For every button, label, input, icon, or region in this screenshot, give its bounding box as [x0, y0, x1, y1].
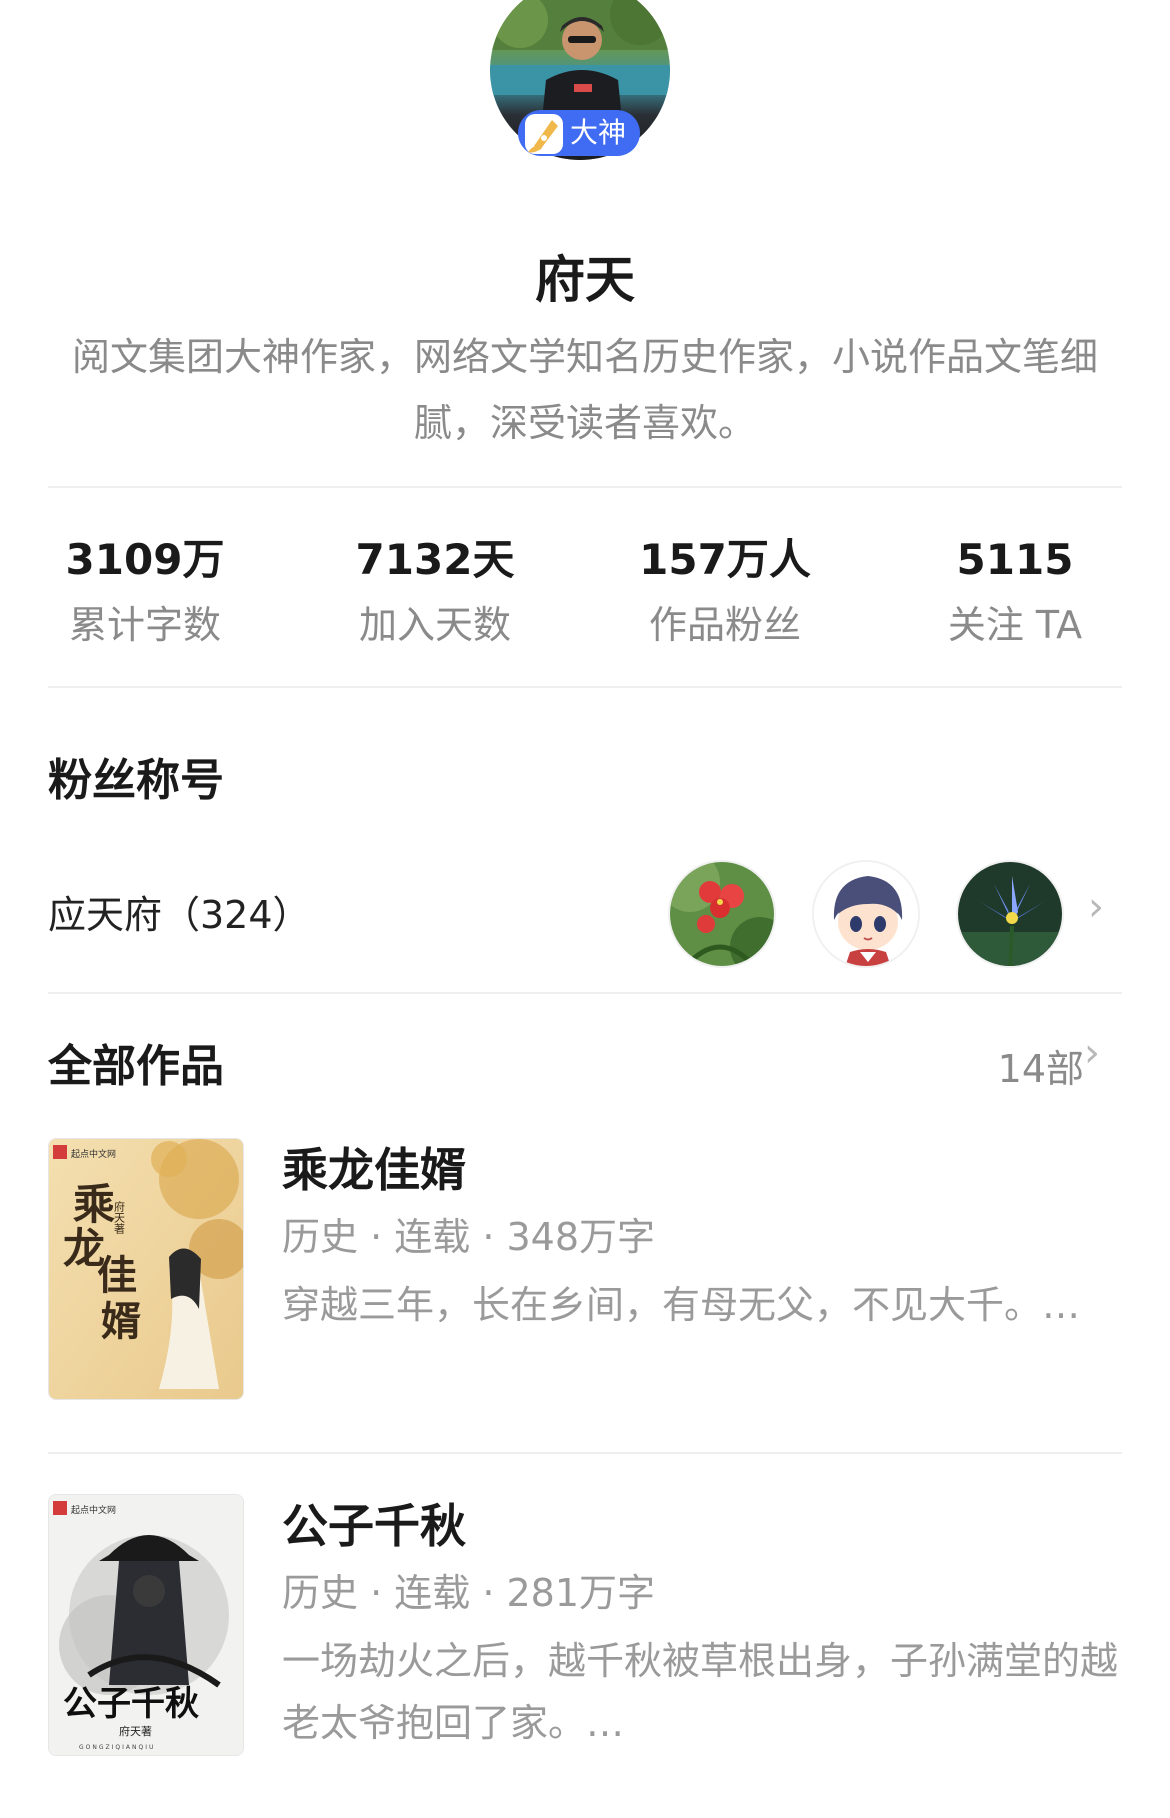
- divider: [48, 992, 1122, 994]
- svg-text:婿: 婿: [101, 1298, 141, 1345]
- book-item[interactable]: 起点中文网 乘 龙 佳 婿 府天著 乘龙佳婿 历史 · 连载 · 348万字 穿…: [48, 1138, 1122, 1408]
- stat-value: 7132天: [355, 535, 515, 584]
- cover-title: 公子千秋: [63, 1684, 199, 1724]
- stat-following[interactable]: 5115 关注 TA: [870, 530, 1160, 660]
- svg-text:乘: 乘: [73, 1180, 115, 1229]
- book-cover[interactable]: 起点中文网 公子千秋 府天著 GONGZIQIANQIU: [48, 1494, 244, 1756]
- cover-publisher: 起点中文网: [71, 1148, 116, 1160]
- stat-label: 关注 TA: [947, 603, 1083, 647]
- cover-author: 府天著: [119, 1724, 152, 1738]
- cover-pinyin: GONGZIQIANQIU: [79, 1744, 155, 1751]
- stat-value: 3109万: [65, 535, 225, 584]
- cover-publisher: 起点中文网: [71, 1504, 116, 1516]
- chevron-right-icon[interactable]: ›: [1084, 1030, 1100, 1076]
- author-level-badge: 大神: [518, 110, 641, 156]
- book-item[interactable]: 起点中文网 公子千秋 府天著 GONGZIQIANQIU 公子千秋 历史 · 连…: [48, 1494, 1122, 1764]
- cover-author: 府天著: [113, 1200, 126, 1235]
- book-meta: 历史 · 连载 · 281万字: [282, 1571, 656, 1615]
- works-count-link[interactable]: 14部: [998, 1038, 1084, 1093]
- fan-title-name: 应天府（324）: [48, 893, 311, 937]
- book-cover[interactable]: 起点中文网 乘 龙 佳 婿 府天著: [48, 1138, 244, 1400]
- author-name: 府天: [535, 251, 635, 309]
- badge-label: 大神: [570, 116, 627, 149]
- anime-avatar-image: [814, 862, 918, 966]
- book-description: 穿越三年，长在乡间，有母无父，不见大千。…: [282, 1283, 1081, 1327]
- fan-title-row[interactable]: 应天府（324） ›: [48, 860, 1122, 970]
- stat-days-joined: 7132天 加入天数: [290, 530, 580, 660]
- book-title[interactable]: 公子千秋: [282, 1494, 1122, 1558]
- author-avatar-container[interactable]: 大神: [490, 0, 670, 160]
- divider: [48, 486, 1122, 488]
- author-profile-page: 大神 府天 阅文集团大神作家，网络文学知名历史作家，小说作品文笔细腻，深受读者喜…: [0, 0, 1170, 1818]
- stat-value: 5115: [956, 535, 1074, 584]
- stat-label: 加入天数: [358, 603, 511, 647]
- divider: [48, 686, 1122, 688]
- flower-avatar-image: [670, 862, 774, 966]
- book-info: 公子千秋 历史 · 连载 · 281万字 一场劫火之后，越千秋被草根出身，子孙满…: [282, 1494, 1122, 1754]
- book-description: 一场劫火之后，越千秋被草根出身，子孙满堂的越老太爷抱回了家。…: [282, 1639, 1119, 1745]
- fan-avatar-water-lily[interactable]: [956, 860, 1064, 968]
- chevron-right-icon: ›: [1088, 884, 1104, 930]
- stats-row: 3109万 累计字数 7132天 加入天数 157万人 作品粉丝 5115 关注…: [0, 530, 1170, 670]
- water-lily-avatar-image: [958, 862, 1062, 966]
- fan-avatar-anime[interactable]: [812, 860, 920, 968]
- works-section-heading: 全部作品: [48, 1041, 224, 1092]
- stat-value: 157万人: [639, 535, 811, 584]
- stat-fans[interactable]: 157万人 作品粉丝: [580, 530, 870, 660]
- stat-label: 累计字数: [68, 603, 221, 647]
- pen-nib-icon: [525, 114, 563, 154]
- book-cover-image: 起点中文网 公子千秋 府天著 GONGZIQIANQIU: [49, 1495, 243, 1755]
- book-title[interactable]: 乘龙佳婿: [282, 1138, 1122, 1202]
- svg-text:佳: 佳: [97, 1252, 137, 1299]
- stat-word-count: 3109万 累计字数: [0, 530, 290, 660]
- author-bio: 阅文集团大神作家，网络文学知名历史作家，小说作品文笔细腻，深受读者喜欢。: [71, 335, 1098, 445]
- fan-title-section-heading: 粉丝称号: [48, 755, 224, 806]
- book-meta: 历史 · 连载 · 348万字: [282, 1215, 656, 1259]
- stat-label: 作品粉丝: [648, 603, 801, 647]
- book-info: 乘龙佳婿 历史 · 连载 · 348万字 穿越三年，长在乡间，有母无父，不见大千…: [282, 1138, 1122, 1336]
- fan-avatar-flower[interactable]: [668, 860, 776, 968]
- book-cover-image: 起点中文网 乘 龙 佳 婿 府天著: [49, 1139, 243, 1399]
- divider: [48, 1452, 1122, 1454]
